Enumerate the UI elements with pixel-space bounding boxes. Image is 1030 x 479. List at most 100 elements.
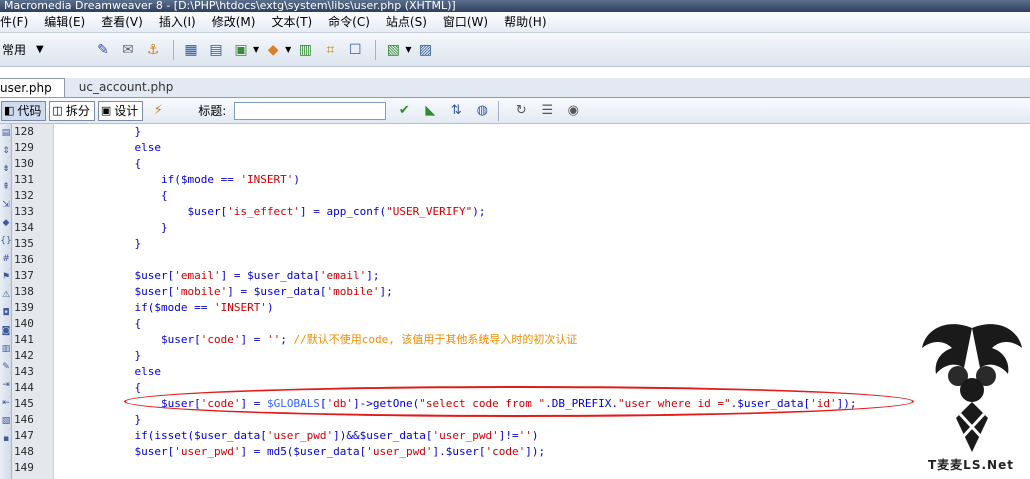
wrap-tag-icon[interactable]: ▥	[0, 340, 12, 358]
hyperlink-icon[interactable]: ✎	[92, 39, 114, 61]
code-token: $user[	[55, 269, 175, 282]
script-icon[interactable]: ▨	[414, 39, 436, 61]
code-line: {	[55, 188, 1030, 204]
menu-file[interactable]: 件(F)	[0, 12, 36, 32]
code-line: $user['user_pwd'] = md5($user_data['user…	[55, 444, 1030, 460]
outdent-icon[interactable]: ⇤	[0, 394, 12, 412]
code-view-button[interactable]: ◧ 代码	[1, 100, 47, 121]
tab-uc-account-php[interactable]: uc_account.php	[65, 78, 184, 97]
code-string: 'code'	[200, 333, 241, 346]
image-dropdown-icon[interactable]: ▼	[253, 45, 259, 54]
code-string: 'user_pwd'	[366, 445, 433, 458]
line-number-gutter: 128 129 130 131 132 133 134 135 136 137 …	[12, 124, 54, 479]
line-number: 148	[14, 445, 34, 458]
code-string: 'mobile'	[174, 285, 228, 298]
select-parent-tag-icon[interactable]: ◆	[0, 214, 12, 232]
indent-icon[interactable]: ⇥	[0, 376, 12, 394]
expand-icon[interactable]: ⇲	[0, 196, 12, 214]
insert-category-dropdown[interactable]: 常用 ▼	[0, 41, 62, 58]
line-number: 147	[14, 429, 34, 442]
title-label: 标题:	[198, 104, 227, 118]
refresh-icon[interactable]: ↻	[511, 101, 531, 121]
menu-insert[interactable]: 插入(I)	[151, 12, 204, 32]
code-line: $user['mobile'] = $user_data['mobile'];	[55, 284, 1030, 300]
code-string: "select code from "	[419, 397, 546, 410]
code-line: {	[55, 316, 1030, 332]
code-editor[interactable]: } else { if($mode == 'INSERT') { $user['…	[55, 124, 1030, 479]
code-token: $user[	[55, 285, 175, 298]
expand-all-icon[interactable]: ⇞	[0, 178, 12, 196]
menu-edit[interactable]: 编辑(E)	[36, 12, 93, 32]
head-dropdown-icon[interactable]: ▼	[405, 45, 411, 54]
file-management-icon[interactable]: ⇅	[446, 101, 466, 121]
table-icon[interactable]: ▦	[180, 39, 202, 61]
open-documents-icon[interactable]: ▤	[0, 124, 12, 142]
code-token: ];	[379, 285, 393, 298]
code-string: 'user_pwd'	[266, 429, 334, 442]
watermark-logo: T麦麦LS.Net	[918, 318, 1026, 478]
code-string: 'INSERT'	[213, 301, 267, 314]
design-view-button[interactable]: ▣ 设计	[97, 100, 144, 121]
syntax-error-icon[interactable]: ⚠	[0, 286, 12, 304]
code-token: );	[472, 205, 486, 218]
email-link-icon[interactable]: ✉	[117, 39, 139, 61]
code-string: 'code'	[200, 397, 241, 410]
toolbar-separator	[498, 100, 500, 121]
live-data-icon[interactable]: ⚡	[148, 101, 168, 121]
comment-icon[interactable]: ☐	[344, 39, 366, 61]
menu-commands[interactable]: 命令(C)	[320, 12, 378, 32]
document-tab-bar: user.php uc_account.php	[0, 78, 1030, 98]
balance-braces-icon[interactable]: {}	[0, 232, 12, 250]
line-number: 135	[14, 237, 34, 250]
media-dropdown-icon[interactable]: ▼	[285, 45, 291, 54]
server-include-icon[interactable]: ⌗	[319, 39, 341, 61]
validate-icon[interactable]: ✔	[394, 101, 414, 121]
menu-modify[interactable]: 修改(M)	[204, 12, 264, 32]
code-token: .$user_data[	[730, 397, 811, 410]
more-tools-icon[interactable]: ▪	[0, 430, 12, 448]
collapse-selection-icon[interactable]: ⇟	[0, 160, 12, 178]
document-title-input[interactable]	[234, 101, 387, 120]
layer-icon[interactable]: ▤	[205, 39, 227, 61]
collapse-tag-icon[interactable]: ⇕	[0, 142, 12, 160]
line-number: 149	[14, 461, 34, 474]
remove-comment-icon[interactable]: ◙	[0, 322, 12, 340]
split-view-button[interactable]: ◫ 拆分	[49, 100, 95, 121]
menu-help[interactable]: 帮助(H)	[496, 12, 554, 32]
code-token: ]);	[836, 397, 857, 410]
browser-check-icon[interactable]: ◣	[420, 101, 440, 121]
menu-view[interactable]: 查看(V)	[93, 12, 151, 32]
code-string: ''	[266, 333, 281, 346]
design-view-icon: ▣	[100, 104, 112, 117]
apply-comment-icon[interactable]: ◘	[0, 304, 12, 322]
visual-aids-icon[interactable]: ◉	[563, 101, 583, 121]
menu-site[interactable]: 站点(S)	[378, 12, 435, 32]
code-token: {	[55, 157, 142, 170]
code-token: else	[55, 365, 161, 378]
code-view-icon: ◧	[4, 104, 15, 117]
format-source-icon[interactable]: ▧	[0, 412, 12, 430]
highlight-invalid-icon[interactable]: ⚑	[0, 268, 12, 286]
code-token: {	[55, 189, 168, 202]
named-anchor-icon[interactable]: ⚓	[142, 39, 164, 61]
media-icon[interactable]: ◆	[262, 39, 284, 61]
code-token: $user[	[55, 397, 201, 410]
menu-text[interactable]: 文本(T)	[263, 12, 320, 32]
code-token: }	[55, 125, 142, 138]
code-view-label: 代码	[17, 104, 42, 118]
line-number: 145	[14, 397, 34, 410]
image-icon[interactable]: ▣	[230, 39, 252, 61]
line-numbers-icon[interactable]: #	[0, 250, 12, 268]
code-token: ] =	[240, 397, 267, 410]
code-line: }	[55, 348, 1030, 364]
view-options-icon[interactable]: ☰	[537, 101, 557, 121]
recent-snippets-icon[interactable]: ✎	[0, 358, 12, 376]
code-line: $user['is_effect'] = app_conf("USER_VERI…	[55, 204, 1030, 220]
head-tag-icon[interactable]: ▧	[382, 39, 404, 61]
menu-window[interactable]: 窗口(W)	[435, 12, 496, 32]
preview-globe-icon[interactable]: ◍	[472, 101, 492, 121]
tab-user-php[interactable]: user.php	[0, 78, 65, 97]
code-line: if($mode == 'INSERT')	[55, 172, 1030, 188]
code-token: )	[266, 301, 274, 314]
date-icon[interactable]: ▥	[294, 39, 316, 61]
